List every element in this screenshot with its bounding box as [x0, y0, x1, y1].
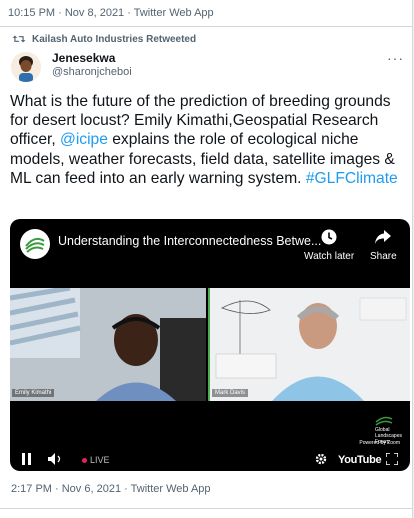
divider — [0, 508, 412, 509]
avatar[interactable] — [11, 52, 41, 82]
mention-link[interactable]: @icipe — [60, 131, 108, 148]
retweet-indicator: Kailash Auto Industries Retweeted — [12, 33, 196, 45]
glf-watermark-icon — [375, 416, 393, 426]
share-button[interactable]: Share — [370, 229, 397, 262]
speaker-right-name: Mark Davis — [212, 389, 249, 397]
embedded-video[interactable]: Understanding the Interconnectedness Bet… — [10, 219, 410, 471]
video-title[interactable]: Understanding the Interconnectedness Bet… — [58, 234, 321, 248]
powered-by-zoom: Powered by Zoom — [359, 440, 400, 446]
settings-gear-icon[interactable] — [315, 453, 327, 468]
live-indicator[interactable]: LIVE — [82, 455, 110, 465]
watch-later-label: Watch later — [304, 251, 355, 262]
clock-icon — [321, 229, 337, 245]
video-controls: LIVE YouTube — [10, 449, 410, 471]
speaker-video-right-icon — [210, 288, 410, 401]
hashtag-link[interactable]: #GLFClimate — [306, 170, 398, 187]
retweet-label[interactable]: Kailash Auto Industries Retweeted — [32, 34, 196, 45]
live-dot-icon — [82, 457, 87, 463]
divider — [0, 26, 412, 27]
tweet-card: 10:15 PM · Nov 8, 2021 · Twitter Web App… — [0, 0, 413, 518]
fullscreen-icon[interactable] — [385, 452, 399, 468]
speaker-left-name: Emily Kimathi — [12, 389, 55, 397]
retweet-icon — [12, 35, 26, 43]
previous-tweet-timestamp[interactable]: 10:15 PM · Nov 8, 2021 · Twitter Web App — [8, 7, 214, 19]
youtube-logo[interactable]: YouTube — [338, 454, 382, 466]
more-options-icon[interactable]: ··· — [387, 50, 404, 66]
author-handle[interactable]: @sharonjcheboi — [52, 66, 132, 78]
author-name[interactable]: Jenesekwa — [52, 51, 115, 65]
live-label: LIVE — [90, 455, 110, 465]
tweet-text: What is the future of the prediction of … — [10, 92, 408, 188]
speaker-panel-left: Emily Kimathi — [10, 288, 206, 401]
pause-icon[interactable] — [22, 453, 32, 468]
watch-later-button[interactable]: Watch later — [304, 229, 354, 262]
speaker-video-left-icon — [10, 288, 206, 401]
volume-icon[interactable] — [48, 453, 64, 468]
speaker-panel-right: Mark Davis — [208, 288, 410, 401]
tweet-timestamp[interactable]: 2:17 PM · Nov 6, 2021 · Twitter Web App — [11, 483, 211, 495]
share-arrow-icon — [375, 230, 392, 244]
share-label: Share — [370, 251, 397, 262]
channel-logo-icon[interactable] — [20, 229, 50, 259]
avatar-illustration-icon — [11, 52, 41, 82]
